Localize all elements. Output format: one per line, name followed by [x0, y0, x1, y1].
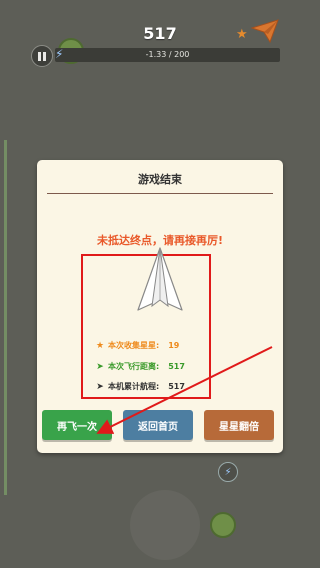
pause-button[interactable] [31, 45, 53, 67]
distance-progress-bar: -1.33 / 200 [55, 48, 280, 62]
stat-stars: ★ 本次收集星星: 19 [95, 340, 179, 351]
star-icon: ★ [95, 340, 105, 351]
bolt-icon: ⚡ [55, 47, 64, 61]
stat-value: 517 [168, 362, 185, 371]
stat-value: 517 [168, 382, 185, 391]
boost-icon[interactable]: ⚡ [218, 462, 238, 482]
stat-total: ➤ 本机累计航程: 517 [95, 381, 185, 392]
game-over-dialog: 游戏结束 未抵达终点，请再接再厉! ★ 本次收集星星: 19 ➤ 本次飞行距离:… [37, 160, 283, 453]
stat-distance: ➤ 本次飞行距离: 517 [95, 361, 185, 372]
star-icon: ★ [236, 27, 248, 42]
double-stars-button[interactable]: 星星翻倍 [204, 410, 274, 440]
progress-text: -1.33 / 200 [145, 50, 190, 59]
stat-value: 19 [168, 341, 180, 350]
rival-plane-icon [250, 19, 279, 44]
retry-button[interactable]: 再飞一次 [42, 410, 112, 440]
top-hud: 517 -1.33 / 200 ⚡ ★ [0, 0, 320, 80]
plane-icon: ➤ [96, 381, 104, 392]
paper-plane-icon [137, 247, 183, 311]
stat-label: 本次收集星星: [108, 341, 160, 350]
dialog-title: 游戏结束 [138, 173, 182, 186]
stat-label: 本机累计航程: [108, 382, 160, 391]
joystick[interactable] [130, 490, 200, 560]
stat-label: 本次飞行距离: [108, 362, 160, 371]
side-progress-bar [4, 140, 7, 495]
home-button[interactable]: 返回首页 [123, 410, 193, 440]
divider [47, 193, 273, 194]
plane-icon: ➤ [96, 361, 104, 372]
tree-icon [210, 512, 236, 538]
